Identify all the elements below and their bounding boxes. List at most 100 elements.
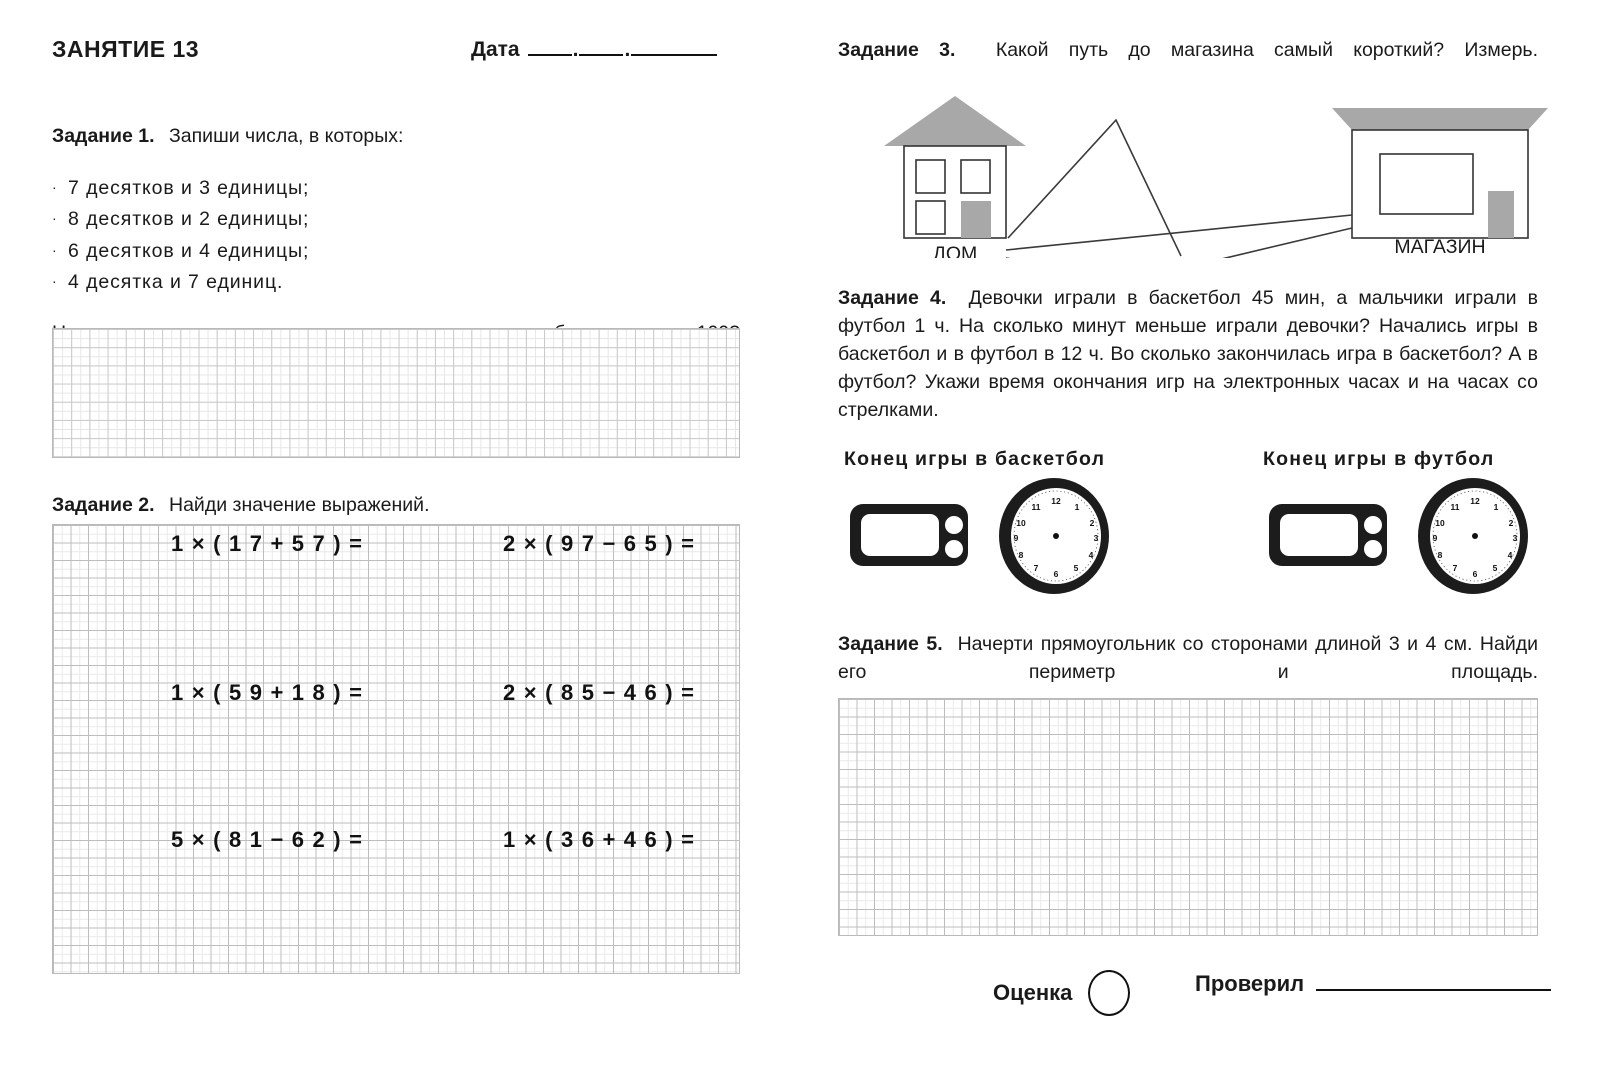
shop-window	[1379, 153, 1474, 215]
svg-text:4: 4	[1089, 550, 1094, 560]
svg-text:12: 12	[1470, 496, 1480, 506]
list-item: · 4 десятка и 7 единиц.	[52, 267, 742, 299]
page-footer: Оценка Проверил	[838, 962, 1552, 1016]
svg-text:7: 7	[1034, 563, 1039, 573]
task-2-prompt: Найди значение выражений.	[169, 494, 430, 516]
clock-set-football[interactable]: 12 1 2 3 4 5 6 7 8 9 10 11	[1263, 478, 1593, 598]
task-4-block: Задание 4. Девочки играли в баскетбол 45…	[838, 284, 1538, 452]
house-window	[915, 159, 946, 194]
house-window	[915, 200, 946, 235]
grade-label: Оценка	[993, 980, 1073, 1005]
digital-clock-football	[1269, 504, 1387, 566]
grade-circle[interactable]	[1088, 970, 1131, 1016]
date-separator-1: .	[572, 38, 579, 61]
expression-3-left: 5 × ( 8 1 − 6 2 ) =	[171, 827, 364, 852]
task-3-block: Задание 3. Какой путь до магазина самый …	[838, 36, 1538, 92]
svg-text:5: 5	[1074, 563, 1079, 573]
task-2-answer-grid[interactable]: 1 × ( 1 7 + 5 7 ) = 2 × ( 9 7 − 6 5 ) = …	[52, 524, 740, 974]
grade-field[interactable]: Оценка	[993, 970, 1131, 1016]
page-header: ЗАНЯТИЕ 13 Дата . .	[46, 36, 746, 70]
clock-group-title-basketball: Конец игры в баскетбол	[844, 448, 1106, 470]
svg-text:8: 8	[1019, 550, 1024, 560]
svg-text:6: 6	[1054, 569, 1059, 579]
expression-2-right: 2 × ( 8 5 − 4 6 ) =	[503, 680, 696, 705]
task-1-answer-grid[interactable]	[52, 328, 740, 458]
right-column: Задание 3. Какой путь до магазина самый …	[838, 0, 1552, 1067]
shop-label: МАГАЗИН	[1394, 236, 1485, 258]
expression-1-left: 1 × ( 1 7 + 5 7 ) =	[171, 531, 364, 556]
date-field[interactable]: Дата . .	[471, 38, 718, 62]
svg-text:2: 2	[1090, 518, 1095, 528]
svg-text:3: 3	[1094, 533, 1099, 543]
left-column: ЗАНЯТИЕ 13 Дата . . Задание 1. Запиши чи…	[46, 0, 746, 1067]
date-day-blank[interactable]	[527, 39, 572, 56]
date-separator-2: .	[624, 38, 631, 61]
svg-text:8: 8	[1438, 550, 1443, 560]
analog-clock-football: 12 1 2 3 4 5 6 7 8 9 10 11	[1418, 478, 1528, 594]
checked-by-field[interactable]: Проверил	[1195, 971, 1552, 997]
task-1-bullet-text: 6 десятков и 4 единицы;	[68, 239, 310, 262]
svg-text:3: 3	[1513, 533, 1518, 543]
bullet-dot-icon: ·	[52, 178, 58, 195]
house-door-icon	[961, 201, 991, 238]
clock-set-basketball[interactable]: 12 1 2 3 4 5 6 7 8 9 10 11	[844, 478, 1174, 598]
svg-text:11: 11	[1451, 502, 1460, 512]
expression-2-left: 1 × ( 5 9 + 1 8 ) =	[171, 680, 364, 705]
bullet-dot-icon: ·	[52, 273, 58, 290]
svg-text:6: 6	[1473, 569, 1478, 579]
house-shape	[884, 96, 1026, 239]
bullet-dot-icon: ·	[52, 210, 58, 227]
date-year-blank[interactable]	[631, 39, 718, 56]
svg-text:12: 12	[1051, 496, 1061, 506]
svg-text:2: 2	[1509, 518, 1514, 528]
svg-text:7: 7	[1453, 563, 1458, 573]
shop-door-icon	[1488, 191, 1514, 238]
expression-1-right: 2 × ( 9 7 − 6 5 ) =	[503, 531, 696, 556]
checked-label: Проверил	[1195, 971, 1305, 996]
clock-group-title-football: Конец игры в футбол	[1263, 448, 1495, 470]
house-roof-icon	[884, 96, 1026, 146]
svg-text:1: 1	[1075, 502, 1080, 512]
date-month-blank[interactable]	[579, 39, 624, 56]
svg-text:10: 10	[1435, 518, 1445, 528]
shortest-path-diagram: ДОМ МАГАЗИН	[884, 96, 1548, 258]
task-4-number: Задание 4.	[838, 287, 947, 309]
digital-clock-basketball	[850, 504, 968, 566]
svg-text:4: 4	[1508, 550, 1513, 560]
task-1-bullet-text: 4 десятка и 7 единиц.	[68, 271, 284, 294]
svg-text:9: 9	[1433, 533, 1438, 543]
task-1-heading: Задание 1. Запиши числа, в которых:	[52, 123, 742, 151]
svg-text:1: 1	[1494, 502, 1499, 512]
path-lines	[1005, 118, 1353, 258]
list-item: · 8 десятков и 2 единицы;	[52, 204, 742, 236]
page-title: ЗАНЯТИЕ 13	[52, 36, 200, 62]
house-label: ДОМ	[933, 243, 978, 258]
task-5-answer-grid[interactable]	[838, 698, 1538, 936]
list-item: · 6 десятков и 4 единицы;	[52, 236, 742, 268]
path-route-b	[1005, 214, 1353, 251]
analog-clock-basketball: 12 1 2 3 4 5 6 7 8 9 10 11	[999, 478, 1109, 594]
worksheet-page: ЗАНЯТИЕ 13 Дата . . Задание 1. Запиши чи…	[0, 0, 1600, 1067]
task-1-bullet-text: 7 десятков и 3 единицы;	[68, 176, 310, 199]
task-2-heading: Задание 2. Найди значение выражений.	[52, 492, 742, 520]
task-2-number: Задание 2.	[52, 494, 155, 516]
shop-shape	[1332, 108, 1548, 239]
task-5-number: Задание 5.	[838, 633, 943, 655]
bullet-dot-icon: ·	[52, 241, 58, 258]
task-1-number: Задание 1.	[52, 125, 155, 147]
shop-roof-icon	[1332, 108, 1548, 130]
task-4-heading: Задание 4. Девочки играли в баскетбол 45…	[838, 284, 1538, 452]
svg-text:10: 10	[1016, 518, 1026, 528]
task-1-bullet-text: 8 десятков и 2 единицы;	[68, 208, 310, 231]
task-3-prompt: Какой путь до магазина самый короткий? И…	[995, 39, 1538, 61]
task-2-block: Задание 2. Найди значение выражений.	[52, 492, 742, 520]
checked-blank-line[interactable]	[1316, 971, 1552, 991]
svg-text:5: 5	[1493, 563, 1498, 573]
task-3-number: Задание 3.	[838, 39, 956, 61]
task-1-bullet-list: · 7 десятков и 3 единицы; · 8 десятков и 2…	[52, 173, 742, 299]
list-item: · 7 десятков и 3 единицы;	[52, 173, 742, 205]
date-label: Дата	[471, 38, 520, 61]
house-window	[960, 159, 991, 194]
svg-text:11: 11	[1032, 502, 1041, 512]
expression-3-right: 1 × ( 3 6 + 4 6 ) =	[503, 827, 696, 852]
